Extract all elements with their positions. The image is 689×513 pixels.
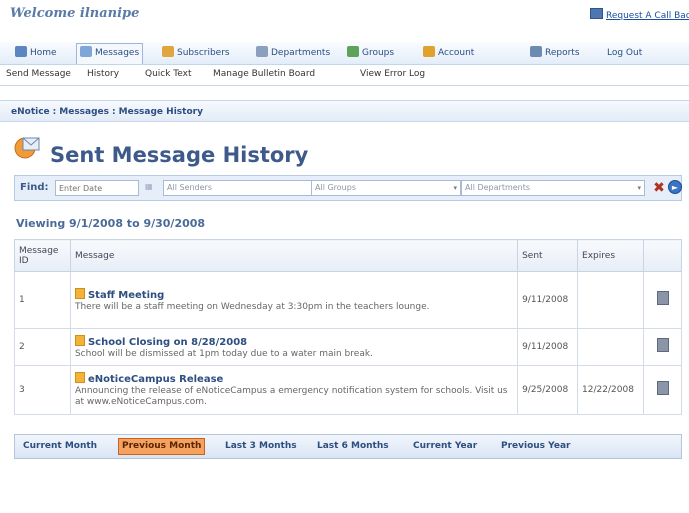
document-icon[interactable]: [656, 338, 669, 352]
period-previous-year[interactable]: Previous Year: [499, 439, 572, 454]
groups-select[interactable]: All Groups ▾: [311, 180, 461, 196]
message-title[interactable]: School Closing on 8/28/2008: [88, 337, 247, 348]
nav-groups[interactable]: Groups: [344, 44, 397, 62]
cell-sent: 9/25/2008: [517, 365, 579, 415]
table-header-row: Message ID Message Sent Expires: [14, 239, 682, 272]
go-icon[interactable]: ►: [668, 180, 682, 194]
breadcrumb-current: Message History: [118, 107, 203, 117]
home-icon: [15, 46, 27, 57]
subscribers-icon: [162, 46, 174, 57]
message-body: Announcing the release of eNoticeCampus …: [74, 386, 508, 407]
cell-sent: 9/11/2008: [517, 328, 579, 366]
header-expires[interactable]: Expires: [577, 239, 645, 272]
nav-reports[interactable]: Reports: [527, 44, 583, 62]
find-label: Find:: [20, 182, 49, 193]
header-message[interactable]: Message: [69, 239, 519, 272]
welcome-message: Welcome ilnanipe: [10, 6, 140, 21]
cell-expires: [577, 328, 645, 366]
clear-icon[interactable]: ✖: [651, 180, 667, 196]
sub-nav: Send Message History Quick Text Manage B…: [0, 65, 689, 86]
message-title[interactable]: eNoticeCampus Release: [88, 374, 223, 385]
table-row[interactable]: 2 School Closing on 8/28/2008 School wil…: [14, 328, 682, 366]
header-message-id[interactable]: Message ID: [14, 239, 71, 272]
nav-logout-label: Log Out: [607, 48, 643, 58]
nav-home-label: Home: [30, 48, 57, 58]
groups-icon: [347, 46, 359, 57]
main-nav: Home Messages Subscribers Departments Gr…: [0, 42, 689, 65]
header-actions: [643, 239, 682, 272]
chevron-down-icon: ▾: [637, 184, 641, 192]
cell-message: eNoticeCampus Release Announcing the rel…: [69, 365, 519, 415]
cell-action: [643, 271, 682, 329]
document-icon[interactable]: [656, 381, 669, 395]
document-icon[interactable]: [656, 291, 669, 305]
message-body: There will be a staff meeting on Wednesd…: [74, 301, 430, 312]
nav-account[interactable]: Account: [420, 44, 477, 62]
message-note-icon: [74, 372, 85, 383]
nav-messages-label: Messages: [95, 48, 140, 58]
cell-expires: [577, 271, 645, 329]
request-call-back-link[interactable]: Request A Call Back: [590, 8, 689, 22]
period-last-6-months[interactable]: Last 6 Months: [315, 439, 391, 454]
messages-icon: [80, 46, 92, 57]
nav-account-label: Account: [438, 48, 475, 58]
senders-select-value: All Senders: [167, 183, 212, 192]
message-body: School will be dismissed at 1pm today du…: [74, 348, 373, 359]
message-note-icon: [74, 287, 85, 299]
reports-icon: [530, 46, 542, 57]
request-call-back-label: Request A Call Back: [606, 11, 689, 21]
cell-id: 2: [14, 328, 71, 366]
cell-action: [643, 365, 682, 415]
nav-groups-label: Groups: [362, 48, 395, 58]
nav-departments-label: Departments: [271, 48, 331, 58]
phone-icon: [590, 8, 603, 19]
chevron-down-icon: ▾: [453, 184, 457, 192]
calendar-icon[interactable]: ▦: [145, 182, 156, 193]
period-last-3-months[interactable]: Last 3 Months: [223, 439, 299, 454]
subnav-quick-text[interactable]: Quick Text: [145, 69, 192, 79]
subnav-manage-bulletin-board[interactable]: Manage Bulletin Board: [213, 69, 315, 79]
date-input[interactable]: [55, 180, 139, 196]
nav-subscribers[interactable]: Subscribers: [159, 44, 233, 62]
cell-expires: 12/22/2008: [577, 365, 645, 415]
account-icon: [423, 46, 435, 57]
cell-id: 3: [14, 365, 71, 415]
cell-sent: 9/11/2008: [517, 271, 579, 329]
page-title: Sent Message History: [50, 143, 309, 167]
nav-logout[interactable]: Log Out: [604, 44, 645, 62]
nav-home[interactable]: Home: [12, 44, 60, 62]
find-bar: Find: ▦ All Senders▾ All Groups▾ All Dep…: [14, 175, 682, 201]
table-row[interactable]: 1 Staff Meeting There will be a staff me…: [14, 271, 682, 329]
breadcrumb-section[interactable]: Messages: [59, 107, 109, 117]
cell-id: 1: [14, 271, 71, 329]
table-row[interactable]: 3 eNoticeCampus Release Announcing the r…: [14, 365, 682, 415]
period-current-year[interactable]: Current Year: [411, 439, 479, 454]
period-previous-month[interactable]: Previous Month: [118, 438, 206, 455]
breadcrumb-root[interactable]: eNotice: [11, 107, 50, 117]
message-note-icon: [74, 334, 85, 346]
sent-message-icon: [14, 137, 40, 159]
nav-reports-label: Reports: [545, 48, 580, 58]
viewing-range: Viewing 9/1/2008 to 9/30/2008: [16, 217, 206, 230]
period-current-month[interactable]: Current Month: [21, 439, 99, 454]
departments-select-value: All Departments: [465, 183, 531, 192]
subnav-history[interactable]: History: [87, 69, 119, 79]
message-title[interactable]: Staff Meeting: [88, 290, 164, 301]
cell-message: School Closing on 8/28/2008 School will …: [69, 328, 519, 366]
cell-action: [643, 328, 682, 366]
nav-messages[interactable]: Messages: [76, 43, 144, 64]
senders-select[interactable]: All Senders▾: [163, 180, 325, 196]
subnav-view-error-log[interactable]: View Error Log: [360, 69, 425, 79]
breadcrumb: eNotice: Messages: Message History: [0, 100, 689, 122]
groups-select-value: All Groups: [315, 183, 356, 192]
cell-message: Staff Meeting There will be a staff meet…: [69, 271, 519, 329]
nav-subscribers-label: Subscribers: [177, 48, 230, 58]
header-sent[interactable]: Sent: [517, 239, 579, 272]
period-filter-bar: Current Month Previous Month Last 3 Mont…: [14, 434, 682, 459]
nav-departments[interactable]: Departments: [253, 44, 333, 62]
departments-icon: [256, 46, 268, 57]
subnav-send-message[interactable]: Send Message: [6, 69, 71, 79]
message-table: Message ID Message Sent Expires 1 Staff …: [14, 239, 682, 415]
departments-select[interactable]: All Departments ▾: [461, 180, 645, 196]
